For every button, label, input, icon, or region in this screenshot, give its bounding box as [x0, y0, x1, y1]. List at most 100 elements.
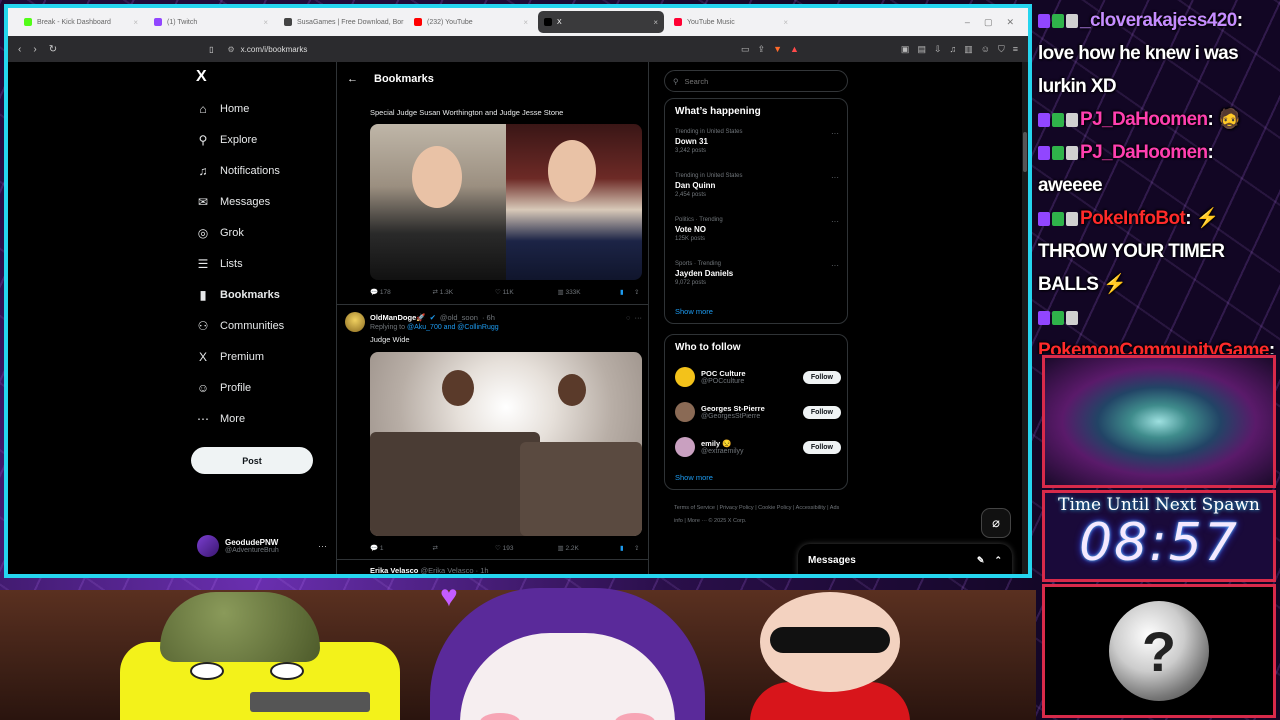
- author-handle[interactable]: @Erika Velasco: [420, 566, 473, 574]
- sidebar-icon[interactable]: ▥: [964, 44, 973, 55]
- more-dots-icon[interactable]: ···: [831, 217, 839, 226]
- close-icon[interactable]: ×: [263, 18, 268, 27]
- reply-button[interactable]: 💬 1: [370, 544, 433, 552]
- nav-item-notifications[interactable]: ♫ Notifications: [196, 164, 280, 178]
- show-more-link[interactable]: Show more: [675, 307, 713, 316]
- views-button[interactable]: ▥ 333K: [558, 288, 621, 296]
- menu-icon[interactable]: ≡: [1013, 44, 1018, 55]
- forward-icon[interactable]: ›: [33, 44, 36, 55]
- url-text[interactable]: x.com/i/bookmarks: [241, 45, 308, 54]
- repost-button[interactable]: ⇄: [433, 544, 496, 552]
- more-dots-icon[interactable]: ···: [831, 129, 839, 138]
- follow-suggestion[interactable]: POC Culture @POCculture Follow: [675, 367, 841, 387]
- profile-icon[interactable]: ☺: [981, 44, 990, 55]
- trend-item[interactable]: Politics · Trending Vote NO 125K posts ···: [675, 217, 839, 242]
- follow-button[interactable]: Follow: [802, 370, 841, 384]
- browser-tab[interactable]: YouTube Music ×: [668, 11, 794, 33]
- bookmark-icon[interactable]: ▮: [620, 288, 634, 296]
- follow-suggestion[interactable]: emily 😒 @extraemilyy Follow: [675, 437, 841, 457]
- browser-tab[interactable]: (232) YouTube ×: [408, 11, 534, 33]
- nav-label: Messages: [220, 196, 271, 208]
- x-logo[interactable]: X: [196, 68, 207, 86]
- share-icon[interactable]: ⇪: [634, 544, 642, 552]
- more-dots-icon[interactable]: ···: [831, 173, 839, 182]
- back-arrow-icon[interactable]: ←: [347, 73, 358, 85]
- reply-button[interactable]: 💬 178: [370, 288, 433, 296]
- downloads-icon[interactable]: ⇩: [934, 44, 942, 55]
- address-bar[interactable]: ▯ ⚙ x.com/i/bookmarks: [69, 45, 729, 54]
- bookmark-page-icon[interactable]: ▯: [209, 45, 213, 54]
- screenshot-icon[interactable]: ▭: [741, 44, 750, 55]
- tweet-image[interactable]: [370, 352, 642, 536]
- wallet-icon[interactable]: ▤: [917, 44, 926, 55]
- nav-item-lists[interactable]: ☰ Lists: [196, 257, 243, 271]
- nav-item-profile[interactable]: ☺ Profile: [196, 381, 251, 395]
- author-handle[interactable]: @old_soon: [440, 313, 478, 322]
- site-info-icon[interactable]: ⚙: [227, 45, 234, 54]
- follow-button[interactable]: Follow: [802, 405, 841, 419]
- follow-suggestion[interactable]: Georges St-Pierre @GeorgesStPierre Follow: [675, 402, 841, 422]
- more-dots-icon[interactable]: ···: [635, 313, 643, 322]
- rewards-icon[interactable]: ▲: [790, 44, 799, 55]
- follow-button[interactable]: Follow: [802, 440, 841, 454]
- search-box[interactable]: ⚲: [664, 70, 848, 92]
- nav-item-communities[interactable]: ⚇ Communities: [196, 319, 285, 333]
- nav-item-home[interactable]: ⌂ Home: [196, 102, 249, 116]
- messages-dock[interactable]: Messages ✎ ⌃: [798, 544, 1012, 574]
- scrollbar[interactable]: [1022, 62, 1028, 574]
- trend-item[interactable]: Trending in United States Down 31 3,242 po…: [675, 129, 839, 154]
- reload-icon[interactable]: ↻: [49, 44, 57, 55]
- favicon-icon: [284, 18, 292, 26]
- nav-item-more[interactable]: ⋯ More: [196, 412, 245, 426]
- minimize-icon[interactable]: –: [965, 17, 970, 28]
- trend-item[interactable]: Trending in United States Dan Quinn 2,454 …: [675, 173, 839, 198]
- close-icon[interactable]: ×: [653, 18, 658, 27]
- close-icon[interactable]: ×: [133, 18, 138, 27]
- bookmark-icon[interactable]: ▮: [620, 544, 634, 552]
- nav-item-premium[interactable]: X Premium: [196, 350, 264, 364]
- vpn-icon[interactable]: ⛉: [998, 44, 1005, 55]
- nav-item-bookmarks[interactable]: ▮ Bookmarks: [196, 288, 280, 302]
- more-dots-icon[interactable]: ···: [831, 261, 839, 270]
- author-name[interactable]: OldManDoge🚀: [370, 313, 426, 322]
- tweet-time[interactable]: · 1h: [476, 566, 489, 574]
- tweet-time[interactable]: · 6h: [482, 313, 495, 322]
- like-button[interactable]: ♡ 193: [495, 544, 558, 552]
- grok-icon[interactable]: ⌀: [981, 508, 1011, 538]
- share-icon[interactable]: ⇪: [758, 44, 766, 55]
- music-icon[interactable]: ♫: [950, 44, 957, 55]
- browser-tab[interactable]: (1) Twitch ×: [148, 11, 274, 33]
- camera-icon[interactable]: ▣: [901, 44, 910, 55]
- expand-icon[interactable]: ⌃: [994, 555, 1002, 566]
- avatar[interactable]: [345, 312, 365, 332]
- show-more-link[interactable]: Show more: [675, 473, 713, 482]
- post-button[interactable]: Post: [191, 447, 313, 474]
- footer-links[interactable]: Terms of Service | Privacy Policy | Cook…: [674, 502, 844, 528]
- browser-tab[interactable]: Break - Kick Dashboard ×: [18, 11, 144, 33]
- brave-shield-icon[interactable]: ▼: [773, 44, 782, 55]
- compose-message-icon[interactable]: ✎: [977, 555, 985, 566]
- nav-item-grok[interactable]: ◎ Grok: [196, 226, 244, 240]
- more-dots-icon[interactable]: ···: [318, 541, 327, 551]
- share-icon[interactable]: ⇪: [634, 288, 642, 296]
- tweet-image[interactable]: [370, 124, 642, 280]
- close-icon[interactable]: ×: [523, 18, 528, 27]
- author-name[interactable]: Erika Velasco: [370, 566, 418, 574]
- grok-icon[interactable]: ◌: [626, 313, 630, 322]
- back-icon[interactable]: ‹: [18, 44, 21, 55]
- nav-item-explore[interactable]: ⚲ Explore: [196, 133, 258, 147]
- tweet-header: Erika Velasco @Erika Velasco · 1h: [370, 566, 489, 574]
- account-switcher[interactable]: GeodudePNW @AdventureBruh ···: [197, 535, 327, 557]
- close-icon[interactable]: ×: [783, 18, 788, 27]
- maximize-icon[interactable]: ▢: [984, 17, 993, 28]
- nav-item-messages[interactable]: ✉ Messages: [196, 195, 270, 209]
- search-input[interactable]: [684, 76, 825, 86]
- browser-tab[interactable]: SusaGames | Free Download, Borrow×: [278, 11, 404, 33]
- browser-tab[interactable]: X ×: [538, 11, 664, 33]
- views-button[interactable]: ▥ 2.2K: [558, 544, 621, 552]
- replying-to-links[interactable]: @Aku_700 and @CollinRugg: [407, 324, 499, 331]
- trend-item[interactable]: Sports · Trending Jayden Daniels 9,072 pos…: [675, 261, 839, 286]
- repost-button[interactable]: ⇄ 1.3K: [433, 288, 496, 296]
- close-window-icon[interactable]: ✕: [1006, 17, 1014, 28]
- like-button[interactable]: ♡ 11K: [495, 288, 558, 296]
